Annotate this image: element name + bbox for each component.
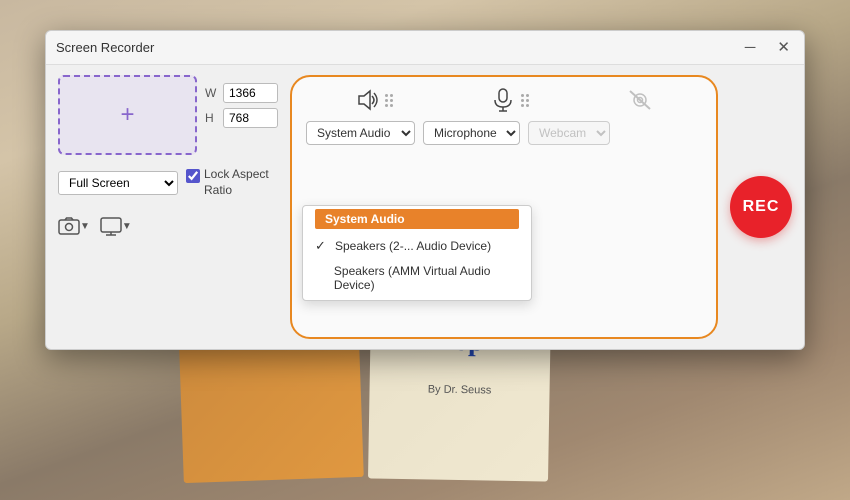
microphone-select[interactable]: Microphone (423, 121, 520, 145)
minimize-button[interactable]: ─ (741, 38, 760, 57)
screenshot-icon (58, 217, 80, 235)
bottom-icons-row: ▼ ▼ (58, 216, 278, 236)
checkmark-icon: ✓ (315, 238, 329, 254)
height-row: H (205, 108, 278, 128)
microphone-icon (490, 87, 516, 113)
microphone-dots (519, 92, 531, 109)
screenshot-button[interactable]: ▼ (58, 217, 90, 235)
capture-mode-select[interactable]: Full Screen (58, 171, 178, 195)
close-button[interactable]: ✕ (773, 38, 794, 57)
settings-icon (100, 216, 122, 236)
window-content: + W H Full Screen (46, 65, 804, 349)
dropdown-header: System Audio (315, 209, 519, 229)
microphone-group (490, 87, 531, 113)
window-title: Screen Recorder (56, 40, 154, 55)
av-dropdowns-row: System Audio Microphone Webcam (306, 121, 702, 145)
webcam-icon (626, 87, 654, 113)
settings-button[interactable]: ▼ (100, 216, 132, 236)
left-panel: + W H Full Screen (58, 75, 278, 339)
webcam-group (626, 87, 654, 113)
titlebar: Screen Recorder ─ ✕ (46, 31, 804, 65)
lock-aspect-ratio-label: Lock Aspect Ratio (204, 167, 274, 198)
capture-area-box[interactable]: + (58, 75, 197, 155)
av-panel: System Audio Microphone Webcam System Au… (290, 75, 718, 339)
dropdown-item-speakers-2[interactable]: Speakers (AMM Virtual Audio Device) (303, 259, 531, 297)
lock-aspect-ratio-checkbox[interactable] (186, 169, 200, 183)
av-icons-row (306, 87, 702, 113)
dropdown-item-speakers-1[interactable]: ✓ Speakers (2-... Audio Device) (303, 233, 531, 259)
rec-button[interactable]: REC (730, 176, 792, 238)
speaker-icon (354, 87, 380, 113)
width-label: W (205, 86, 219, 100)
system-audio-dropdown-popup: System Audio ✓ Speakers (2-... Audio Dev… (302, 205, 532, 301)
webcam-select[interactable]: Webcam (528, 121, 610, 145)
width-row: W (205, 83, 278, 103)
height-label: H (205, 111, 219, 125)
speaker-group (354, 87, 395, 113)
width-input[interactable] (223, 83, 278, 103)
settings-chevron: ▼ (122, 221, 132, 232)
add-capture-area-icon: + (120, 101, 134, 129)
screenshot-chevron: ▼ (80, 221, 90, 232)
titlebar-controls: ─ ✕ (741, 38, 794, 57)
height-input[interactable] (223, 108, 278, 128)
speaker-dots (383, 92, 395, 109)
screen-recorder-window: Screen Recorder ─ ✕ + W H (45, 30, 805, 350)
system-audio-select[interactable]: System Audio (306, 121, 415, 145)
